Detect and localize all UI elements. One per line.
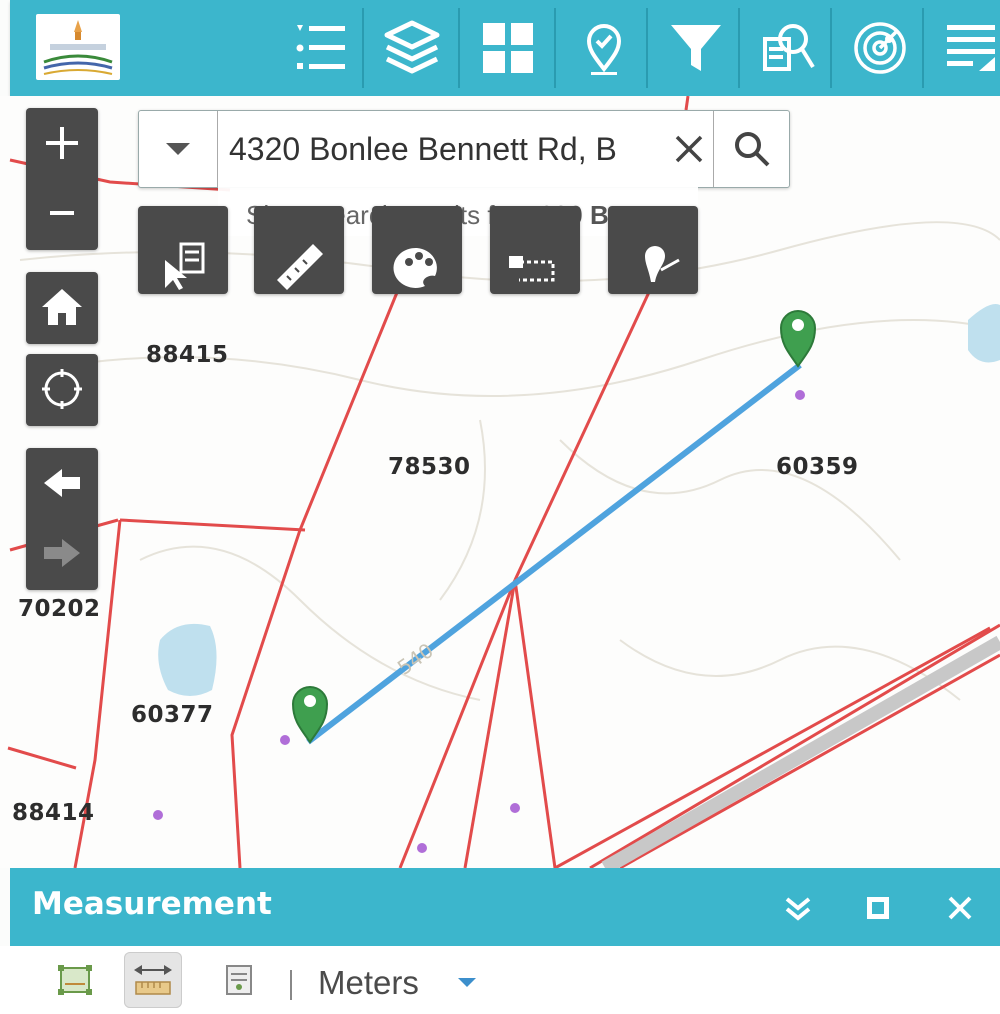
measurement-panel-header: Measurement xyxy=(10,868,1000,946)
minus-icon xyxy=(50,211,74,215)
close-panel-button[interactable] xyxy=(940,888,980,928)
maximize-icon xyxy=(867,897,889,919)
zoom-in-button[interactable] xyxy=(26,108,98,178)
extent-navigation xyxy=(26,448,98,590)
measure-tool-button[interactable] xyxy=(254,206,344,294)
layers-icon[interactable] xyxy=(368,8,456,88)
double-chevron-down-icon xyxy=(785,897,811,921)
parcel-label: 88415 xyxy=(146,342,229,368)
select-tool-button[interactable] xyxy=(138,206,228,294)
directions-tool-button[interactable] xyxy=(490,206,580,294)
units-select[interactable]: Meters xyxy=(318,964,419,1002)
parcel-label: 70202 xyxy=(18,596,101,622)
home-button[interactable] xyxy=(26,272,98,344)
toolbar-divider xyxy=(290,970,292,1000)
close-icon xyxy=(948,896,972,920)
map-pin-icon xyxy=(645,246,680,282)
end-marker-icon[interactable] xyxy=(779,310,817,368)
zoom-out-button[interactable] xyxy=(26,178,98,248)
distance-tool-button[interactable] xyxy=(124,952,182,1008)
top-toolbar xyxy=(10,0,1000,96)
parcel-label: 60377 xyxy=(131,702,214,728)
location-measure-button[interactable] xyxy=(210,952,268,1008)
measurement-title: Measurement xyxy=(32,886,272,922)
close-icon xyxy=(675,135,703,163)
location-tool-button[interactable] xyxy=(608,206,698,294)
next-extent-button[interactable] xyxy=(26,518,98,588)
parcel-label: 88414 xyxy=(12,800,95,826)
previous-extent-button[interactable] xyxy=(26,448,98,518)
route-icon xyxy=(509,256,555,282)
search-input[interactable] xyxy=(219,119,729,179)
draw-edit-icon[interactable] xyxy=(926,8,1000,88)
collapse-panel-button[interactable] xyxy=(778,888,818,928)
parcel-label: 60359 xyxy=(776,454,859,480)
measurement-tools: Meters xyxy=(0,946,1000,1014)
location-tool-icon xyxy=(226,965,252,995)
home-icon xyxy=(42,289,82,325)
select-icon xyxy=(165,242,205,290)
plus-icon xyxy=(46,127,78,159)
legend-icon[interactable] xyxy=(276,8,364,88)
maximize-panel-button[interactable] xyxy=(858,888,898,928)
basemap-gallery-icon[interactable] xyxy=(464,8,552,88)
locate-icon xyxy=(42,369,82,409)
style-tool-button[interactable] xyxy=(372,206,462,294)
radar-icon[interactable] xyxy=(836,8,924,88)
search-clear-button[interactable] xyxy=(667,125,711,173)
query-icon[interactable] xyxy=(744,8,832,88)
arrow-right-icon xyxy=(44,539,80,567)
bookmark-pin-icon[interactable] xyxy=(560,8,648,88)
filter-icon[interactable] xyxy=(652,8,740,88)
caret-down-icon xyxy=(166,143,190,155)
search-button[interactable] xyxy=(713,111,790,187)
county-logo xyxy=(36,14,120,80)
palette-icon xyxy=(393,247,437,288)
area-tool-icon xyxy=(58,965,92,995)
locate-button[interactable] xyxy=(26,354,98,426)
zoom-controls xyxy=(26,108,98,250)
search-icon xyxy=(735,132,770,167)
search-source-dropdown[interactable] xyxy=(139,111,218,187)
ruler-icon xyxy=(277,244,323,290)
search-widget xyxy=(138,110,790,188)
arrow-left-icon xyxy=(44,469,80,497)
area-tool-button[interactable] xyxy=(46,952,104,1008)
parcel-label: 78530 xyxy=(388,454,471,480)
caret-down-icon[interactable] xyxy=(456,976,478,988)
distance-tool-icon xyxy=(134,965,172,995)
